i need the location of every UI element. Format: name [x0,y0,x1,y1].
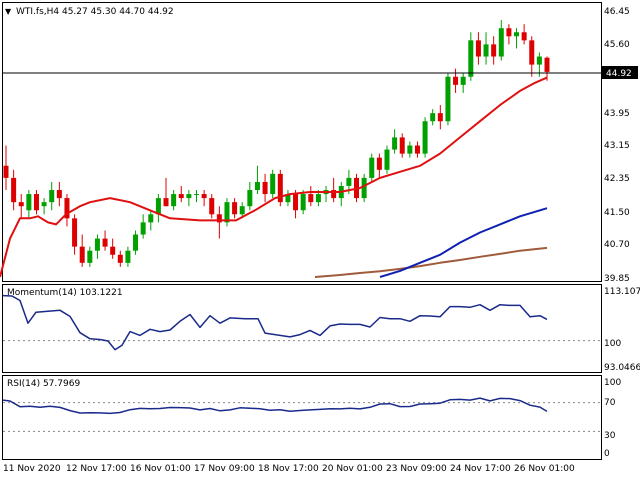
candle-body [224,202,230,223]
candle-body [422,121,428,154]
candle-body [247,190,253,207]
time-tick: 23 Nov 09:00 [386,464,447,474]
candle-body [33,194,39,211]
candle-body [155,198,161,215]
candle-body [506,28,512,37]
candle-body [536,56,542,65]
candle-body [369,157,375,178]
candle-body [399,137,405,154]
candle-body [361,177,367,199]
time-tick: 18 Nov 17:00 [258,464,319,474]
candle-body [529,40,535,65]
candle-body [49,190,55,203]
time-tick: 12 Nov 17:00 [66,464,127,474]
candle-body [308,194,314,203]
candle-body [201,194,207,199]
candle-body [163,198,169,207]
candle-body [239,206,245,215]
candle-body [468,40,474,77]
candle-body [140,222,146,235]
candle-body [18,202,24,207]
time-tick: 11 Nov 2020 [3,464,61,474]
candle-body [79,246,85,263]
price-tick: 39.85 [604,274,630,284]
time-axis: 11 Nov 2020 12 Nov 17:00 16 Nov 01:00 17… [3,464,575,474]
rsi-tick: 70 [604,398,616,408]
candle-body [453,76,459,85]
candle-body [72,218,78,247]
candle-body [376,157,382,170]
rsi-tick: 0 [604,449,610,459]
time-tick: 20 Nov 01:00 [322,464,383,474]
candle-body [94,238,100,251]
candle-body [148,214,154,223]
symbol-header: WTI.fs,H4 45.27 45.30 44.70 44.92 [16,7,174,17]
time-tick: 17 Nov 09:00 [194,464,255,474]
candle-body [41,202,47,207]
candle-body [445,76,451,122]
candle-body [483,44,489,57]
candle-body [262,181,268,195]
time-tick: 24 Nov 17:00 [450,464,511,474]
candle-body [56,190,62,199]
rsi-tick: 100 [604,378,621,388]
candle-body [110,246,116,255]
time-tick: 26 Nov 01:00 [514,464,575,474]
candle-body [178,194,184,199]
price-tick: 41.50 [604,208,630,218]
candle-body [392,137,398,150]
candle-body [475,40,481,57]
candle-body [117,254,123,263]
candle-body [254,181,260,191]
candle-body [315,194,321,203]
candle-body [133,234,139,251]
momentum-tick: 93.0466 [604,363,640,373]
candle-body [544,57,550,72]
candle-body [491,44,497,57]
momentum-header: Momentum(14) 103.1221 [7,288,123,298]
candle-body [102,238,108,247]
price-tick: 46.45 [604,7,630,17]
candle-body [193,194,199,196]
time-tick: 16 Nov 01:00 [130,464,191,474]
candle-body [514,32,520,37]
candle-body [209,198,215,215]
candle-body [125,250,131,263]
candle-body [407,145,413,154]
price-axis: 46.45 45.60 43.95 43.15 42.35 41.50 40.7… [604,7,630,284]
rsi-header: RSI(14) 57.7969 [7,379,80,389]
candle-body [26,194,32,211]
candle-body [186,194,192,199]
price-tick: 40.70 [604,240,630,250]
candle-body [300,194,306,211]
rsi-tick: 30 [604,431,616,441]
price-tick: 43.15 [604,141,630,151]
candle-body [293,194,299,211]
chart-window[interactable]: 46.45 45.60 43.95 43.15 42.35 41.50 40.7… [0,0,640,480]
candle-body [498,28,504,57]
candle-body [11,177,17,203]
candle-body [346,177,352,186]
candle-body [232,202,238,215]
candle-body [414,145,420,154]
momentum-tick: 113.1076 [604,287,640,297]
collapse-triangle-icon[interactable]: ▼ [5,7,12,16]
candle-body [460,76,466,85]
candle-body [171,194,177,207]
candle-body [270,173,276,195]
price-tick: 43.95 [604,109,630,119]
price-tick: 42.35 [604,174,630,184]
candle-body [437,113,443,122]
current-price-label: 44.92 [606,69,632,79]
momentum-tick: 100 [604,339,621,349]
candle-body [521,32,527,41]
price-tick: 45.60 [604,40,630,50]
candle-body [3,165,9,178]
candle-body [384,149,390,170]
candle-body [430,113,436,122]
candle-body [87,250,93,263]
